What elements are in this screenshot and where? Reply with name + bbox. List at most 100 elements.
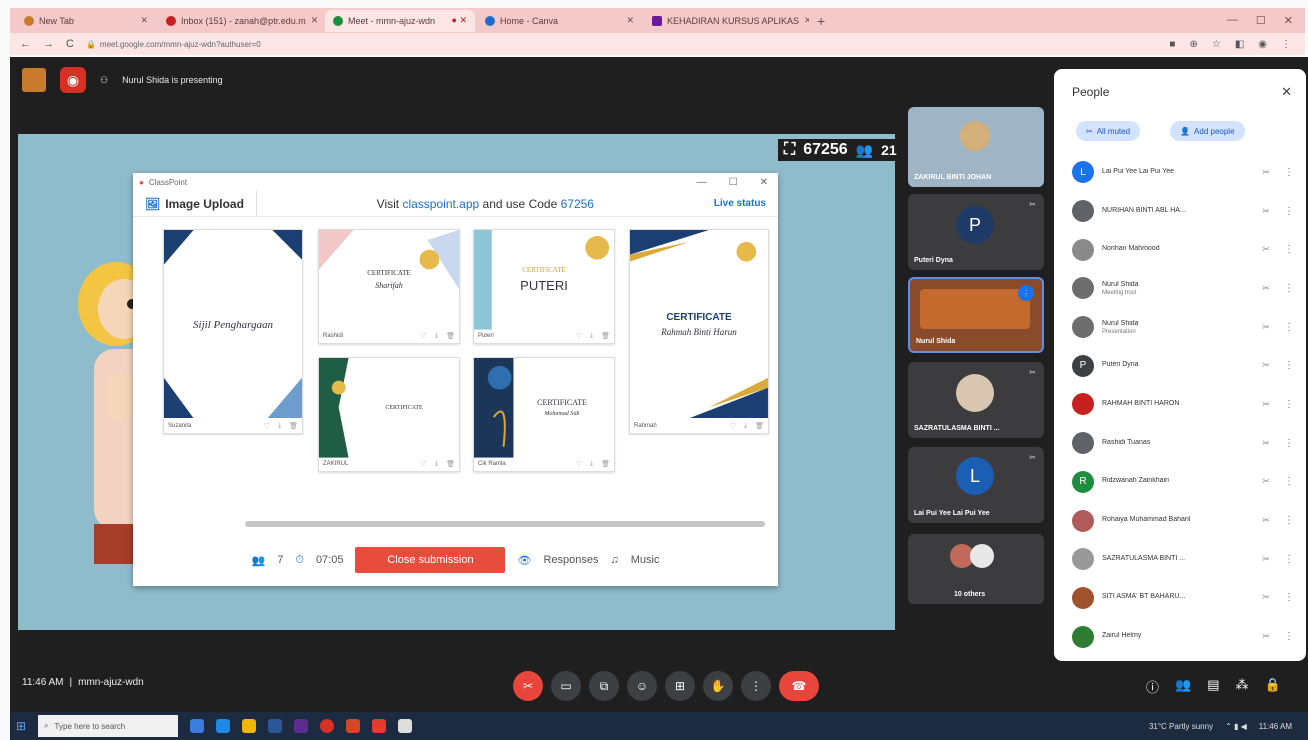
tab-image-upload[interactable]: 🖼 Image Upload: [133, 190, 257, 217]
mic-off-icon[interactable]: ✂: [1258, 244, 1274, 255]
minimize-icon[interactable]: —: [1227, 14, 1238, 27]
mic-off-icon[interactable]: ✂: [1258, 631, 1274, 642]
participant-row[interactable]: RAHMAH BINTI HARON ✂ ⋮: [1072, 385, 1296, 424]
more-options-icon[interactable]: ⋮: [1282, 206, 1296, 217]
new-tab-icon[interactable]: +: [817, 13, 825, 29]
emoji-icon[interactable]: ☺: [627, 671, 657, 701]
participant-row[interactable]: P Puteri Dyna ✂ ⋮: [1072, 346, 1296, 385]
file-explorer-icon[interactable]: [242, 719, 257, 733]
camera-icon[interactable]: ■: [1169, 39, 1175, 50]
visit-link[interactable]: classpoint.app: [402, 197, 479, 211]
more-options-icon[interactable]: ⋮: [1282, 631, 1296, 642]
delete-icon[interactable]: 🗑: [601, 460, 610, 468]
browser-tab-new[interactable]: New Tab ✕: [16, 10, 156, 32]
more-options-icon[interactable]: ⋮: [1282, 438, 1296, 449]
more-options-icon[interactable]: ⋮: [741, 671, 771, 701]
more-options-icon[interactable]: ⋮: [1282, 476, 1296, 487]
mic-off-icon[interactable]: ✂: [1258, 515, 1274, 526]
close-tab-icon[interactable]: ✕: [140, 15, 148, 26]
more-options-icon[interactable]: ⋮: [1282, 244, 1296, 255]
mic-toggle-icon[interactable]: ✂: [513, 671, 543, 701]
download-icon[interactable]: ⤓: [278, 422, 281, 430]
more-options-icon[interactable]: ⋮: [1282, 360, 1296, 371]
participant-row[interactable]: Zairul Helmy ✂ ⋮: [1072, 617, 1296, 656]
participant-row[interactable]: L Lai Pui Yee Lai Pui Yee ✂ ⋮: [1072, 153, 1296, 192]
submission-card[interactable]: CERTIFICATE Rahmah Binti Harun Rahmah ♡ ⤓ 🗑: [629, 229, 769, 434]
delete-icon[interactable]: 🗑: [289, 422, 298, 430]
music-toggle[interactable]: Music: [631, 554, 660, 566]
mic-off-icon[interactable]: ✂: [1258, 592, 1274, 603]
reload-icon[interactable]: C: [66, 38, 74, 50]
info-icon[interactable]: ⓘ: [1146, 677, 1159, 696]
participant-tile[interactable]: ✂ SAZRATULASMA BINTI ...: [908, 362, 1044, 438]
participant-tile[interactable]: ⋮ Nurul Shida: [908, 277, 1044, 353]
maximize-icon[interactable]: ☐: [729, 177, 738, 188]
close-tab-icon[interactable]: ✕: [626, 15, 634, 26]
browser-tab-meet[interactable]: Meet - mmn-ajuz-wdn ● ✕: [325, 9, 475, 32]
submission-card[interactable]: CERTIFICATE PUTERI Puteri ♡ ⤓ 🗑: [473, 229, 615, 344]
mic-off-icon[interactable]: ✂: [1258, 399, 1274, 410]
submission-card[interactable]: CERTIFICATE ZAKIRUL ♡ ⤓ 🗑: [318, 357, 460, 472]
mute-all-button[interactable]: ✂ All muted: [1076, 121, 1141, 141]
teams-icon[interactable]: [294, 719, 309, 733]
participant-row[interactable]: Rohaiya Muhammad Baharil ✂ ⋮: [1072, 501, 1296, 540]
powerpoint-icon[interactable]: [346, 719, 361, 733]
heart-icon[interactable]: ♡: [576, 460, 582, 468]
participant-row[interactable]: R Ridzwanah Zainkhairi ✂ ⋮: [1072, 463, 1296, 502]
download-icon[interactable]: ⤓: [435, 332, 438, 340]
browser-tab-inbox[interactable]: Inbox (151) - zanah@ptr.edu.m ✕: [158, 10, 323, 32]
star-icon[interactable]: ☆: [1212, 39, 1221, 50]
heart-icon[interactable]: ♡: [730, 422, 736, 430]
task-view-icon[interactable]: [190, 719, 205, 733]
mic-off-icon[interactable]: ✂: [1258, 322, 1274, 333]
store-icon[interactable]: [268, 719, 283, 733]
activities-icon[interactable]: ⁂: [1236, 677, 1249, 696]
present-icon[interactable]: ⊞: [665, 671, 695, 701]
heart-icon[interactable]: ♡: [421, 460, 427, 468]
close-icon[interactable]: ✕: [1281, 84, 1292, 100]
close-submission-button[interactable]: Close submission: [355, 547, 506, 573]
delete-icon[interactable]: 🗑: [446, 332, 455, 340]
responses-toggle[interactable]: Responses: [543, 554, 598, 566]
close-window-icon[interactable]: ✕: [1284, 14, 1293, 27]
more-options-icon[interactable]: ⋮: [1282, 167, 1296, 178]
heart-icon[interactable]: ♡: [264, 422, 270, 430]
acrobat-icon[interactable]: [372, 719, 387, 733]
browser-tab-kehadiran[interactable]: KEHADIRAN KURSUS APLIKAS ✕: [644, 10, 809, 32]
heart-icon[interactable]: ♡: [421, 332, 427, 340]
mic-off-icon[interactable]: ✂: [1258, 476, 1274, 487]
raise-hand-icon[interactable]: ✋: [703, 671, 733, 701]
more-options-icon[interactable]: ⋮: [1282, 399, 1296, 410]
extensions-icon[interactable]: ◧: [1235, 39, 1244, 50]
close-tab-icon[interactable]: ✕: [804, 15, 809, 26]
taskbar-search[interactable]: ⌕ Type here to search: [38, 715, 179, 737]
download-icon[interactable]: ⤓: [435, 460, 438, 468]
captions-icon[interactable]: ⧉: [589, 671, 619, 701]
end-call-icon[interactable]: ☎: [779, 671, 819, 701]
participant-row[interactable]: Nurul Shida Presentation ✂ ⋮: [1072, 308, 1296, 347]
close-tab-icon[interactable]: ✕: [311, 15, 319, 26]
mic-off-icon[interactable]: ✂: [1258, 438, 1274, 449]
share-icon[interactable]: ⊕: [1189, 39, 1197, 50]
close-icon[interactable]: ✕: [760, 177, 768, 188]
submission-card[interactable]: CERTIFICATE Sharifah Rashidi ♡ ⤓ 🗑: [318, 229, 460, 344]
participant-row[interactable]: Rashidi Tuanas ✂ ⋮: [1072, 424, 1296, 463]
recording-icon[interactable]: ◉: [60, 67, 86, 93]
mic-off-icon[interactable]: ✂: [1258, 206, 1274, 217]
back-icon[interactable]: ←: [20, 38, 31, 50]
more-options-icon[interactable]: ⋮: [1282, 515, 1296, 526]
participant-row[interactable]: Nurul Shida Meeting host ✂ ⋮: [1072, 269, 1296, 308]
host-controls-icon[interactable]: 🔒: [1265, 677, 1281, 696]
download-icon[interactable]: ⤓: [744, 422, 747, 430]
participant-tile[interactable]: P ✂ Puteri Dyna: [908, 194, 1044, 270]
participant-row[interactable]: SAZRATULASMA BINTI ... ✂ ⋮: [1072, 540, 1296, 579]
live-status-link[interactable]: Live status: [714, 198, 778, 209]
delete-icon[interactable]: 🗑: [601, 332, 610, 340]
minimize-icon[interactable]: —: [697, 177, 707, 188]
windows-start-icon[interactable]: ⊞: [16, 719, 26, 733]
app-icon[interactable]: [398, 719, 413, 733]
participant-tile[interactable]: ZAKIRUL BINTI JOHAN: [908, 107, 1044, 187]
forward-icon[interactable]: →: [43, 38, 54, 50]
people-icon[interactable]: 👥: [1175, 677, 1191, 696]
browser-tab-canva[interactable]: Home - Canva ✕: [477, 10, 642, 32]
